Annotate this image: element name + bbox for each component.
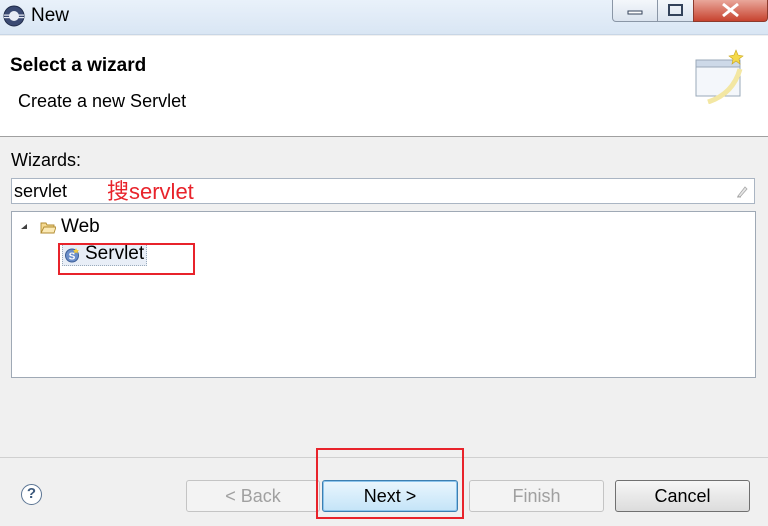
minimize-button[interactable] [612,0,658,22]
annotation-text: 搜servlet [107,179,194,204]
maximize-icon [668,4,683,16]
expand-arrow-icon[interactable] [19,222,29,232]
tree-item-web[interactable]: Web [61,216,100,238]
close-icon [722,2,739,18]
wizard-banner-icon [695,49,744,104]
folder-icon [40,222,56,234]
minimize-icon [627,10,643,15]
annotation-box-next [316,448,464,519]
maximize-button[interactable] [657,0,694,22]
clear-icon[interactable] [734,183,750,199]
eclipse-icon [3,5,25,27]
back-button[interactable]: < Back [186,480,320,512]
wizard-header: Select a wizard Create a new Servlet [0,36,768,137]
page-description: Create a new Servlet [18,91,187,111]
page-title: Select a wizard [10,55,147,76]
help-icon[interactable]: ? [21,484,42,505]
wizards-label: Wizards: [11,150,82,170]
window-title: New [31,5,70,26]
close-button[interactable] [693,0,768,22]
cancel-button[interactable]: Cancel [615,480,750,512]
annotation-box-servlet [58,243,195,275]
finish-button[interactable]: Finish [469,480,604,512]
wizard-tree: Web S Servlet [11,211,756,378]
title-bar: New [0,0,768,35]
